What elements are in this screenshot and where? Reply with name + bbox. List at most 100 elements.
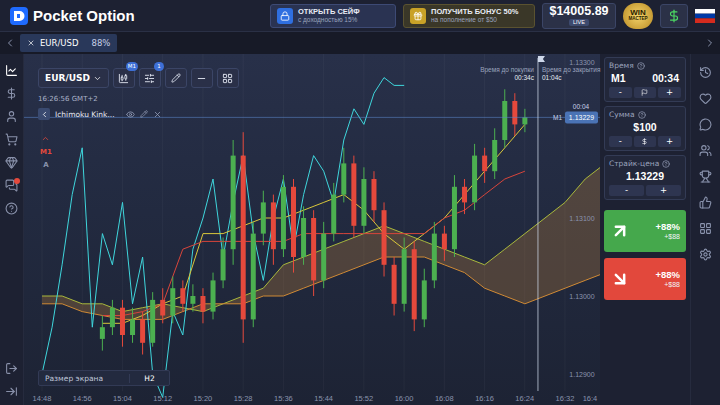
arrow-down-icon — [610, 269, 630, 289]
balance-amount: $14005.89 — [549, 5, 608, 19]
sidebar-item[interactable] — [1, 381, 23, 401]
symbol-label: EUR/USD — [45, 73, 90, 83]
rank-badge[interactable]: WINМАСТЕР — [623, 3, 653, 29]
timeframe-badge: M1 — [126, 62, 138, 71]
candle — [241, 132, 246, 343]
price-chart[interactable]: 1.133001.131001.130001.1290000:04M11.132… — [24, 54, 600, 405]
sidebar-item[interactable] — [1, 60, 23, 80]
candle — [200, 288, 205, 323]
toolbar-button[interactable] — [695, 116, 717, 132]
span-b-line — [42, 257, 600, 319]
gift-icon — [410, 8, 426, 24]
help-icon[interactable] — [638, 111, 646, 119]
currency-button[interactable] — [634, 136, 657, 147]
dollar-icon — [641, 138, 648, 145]
candle — [291, 179, 296, 273]
close-icon[interactable] — [27, 39, 35, 47]
mini-tool[interactable]: M1 — [40, 148, 52, 156]
sidebar-item[interactable] — [1, 198, 23, 218]
candle — [221, 238, 226, 289]
trade-panel: ВремяM100:34-+Сумма$100-+Страйк-цена1.13… — [600, 54, 690, 405]
chevron-up-icon[interactable] — [41, 134, 50, 143]
candle — [110, 300, 115, 335]
toolbar-button[interactable] — [695, 246, 717, 262]
purchase-time-line[interactable] — [537, 58, 538, 391]
trading-app: Pocket Option ОТКРЫТЬ СЕЙФс доходностью 1… — [0, 0, 720, 405]
pencil-icon[interactable] — [140, 110, 148, 118]
grid-line — [82, 54, 83, 391]
toolbar-button[interactable] — [695, 194, 717, 210]
grid-line — [524, 54, 525, 391]
flag-button[interactable] — [634, 87, 657, 98]
mini-tools: M1 A — [40, 134, 52, 169]
bonus-title: ПОЛУЧИТЬ БОНУС 50% — [431, 7, 519, 16]
asset-tab[interactable]: EUR/USD88% — [20, 34, 117, 52]
price-tick: 1.13300 — [569, 59, 594, 66]
toolbar-button[interactable] — [695, 220, 717, 236]
candlestick-icon — [118, 73, 129, 84]
safe-title: ОТКРЫТЬ СЕЙФ — [298, 7, 360, 16]
screen-size-value: H2 — [129, 374, 169, 383]
toolbar-button[interactable] — [695, 90, 717, 106]
eye-icon[interactable] — [126, 110, 135, 119]
toolbar-button[interactable] — [695, 142, 717, 158]
close-icon[interactable] — [153, 110, 162, 119]
russia-flag-icon[interactable] — [695, 9, 715, 23]
sell-text: +88%+$88 — [655, 269, 680, 289]
chart-type-button[interactable]: M1 — [113, 68, 135, 88]
decrease-button[interactable]: - — [609, 136, 632, 147]
time-field[interactable]: Время M100:34 - + — [604, 57, 686, 102]
safe-text: ОТКРЫТЬ СЕЙФс доходностью 15% — [298, 7, 360, 24]
draw-button[interactable] — [165, 68, 187, 88]
grid-line — [42, 54, 43, 391]
amount-value[interactable]: $100 — [609, 121, 681, 134]
sidebar-item[interactable] — [1, 129, 23, 149]
chevron-left-icon[interactable] — [4, 37, 16, 49]
candle — [211, 273, 216, 320]
time-tick: 16:4 — [583, 394, 598, 403]
strike-field[interactable]: Страйк-цена1.13229-+ — [604, 155, 686, 200]
mini-tool[interactable]: A — [43, 161, 48, 169]
field-label: Время — [609, 61, 681, 70]
decrease-button[interactable]: - — [609, 185, 644, 196]
screen-size-select[interactable]: Размер экранаH2 — [38, 370, 170, 386]
safe-button[interactable]: ОТКРЫТЬ СЕЙФс доходностью 15% — [270, 4, 396, 28]
strike-value[interactable]: 1.13229 — [609, 170, 681, 183]
increase-button[interactable]: + — [658, 87, 681, 98]
amount-field[interactable]: Сумма$100-+ — [604, 106, 686, 151]
help-icon[interactable] — [637, 62, 645, 70]
time-tick: 15:36 — [274, 394, 293, 403]
timeframe: M1 — [611, 72, 626, 85]
buy-button[interactable]: +88%+$88 — [604, 210, 686, 252]
toolbar-button[interactable] — [695, 168, 717, 184]
sidebar-item[interactable] — [1, 175, 23, 195]
toolbar-icon — [699, 144, 712, 157]
sidebar-item[interactable] — [1, 358, 23, 378]
bonus-button[interactable]: ПОЛУЧИТЬ БОНУС 50%на пополнение от $50 — [403, 4, 535, 28]
candle — [462, 179, 467, 214]
indicators-button[interactable]: 1 — [139, 68, 161, 88]
sell-button[interactable]: +88%+$88 — [604, 258, 686, 300]
toolbar-button[interactable] — [695, 64, 717, 80]
help-icon[interactable] — [662, 160, 670, 168]
decrease-button[interactable]: - — [609, 87, 632, 98]
sidebar-item[interactable] — [1, 83, 23, 103]
logo-text: Pocket Option — [33, 7, 135, 24]
sidebar-item[interactable] — [1, 106, 23, 126]
chevron-right-icon[interactable] — [704, 37, 716, 49]
tab-label: EUR/USD — [40, 38, 79, 48]
price-tick: 1.12900 — [569, 371, 594, 378]
sidebar-item[interactable] — [1, 152, 23, 172]
increase-button[interactable]: + — [646, 185, 681, 196]
logo[interactable]: Pocket Option — [10, 7, 135, 25]
candle — [442, 226, 447, 261]
time-tick: 14:56 — [73, 394, 92, 403]
layout-button[interactable] — [217, 68, 239, 88]
increase-button[interactable]: + — [658, 136, 681, 147]
balance[interactable]: $14005.89LIVE — [542, 3, 616, 29]
symbol-select[interactable]: EUR/USD — [38, 68, 109, 88]
line-button[interactable] — [191, 68, 213, 88]
deposit-button[interactable] — [660, 4, 688, 28]
time-value[interactable]: M100:34 — [609, 72, 681, 85]
collapse-button[interactable] — [38, 108, 50, 120]
